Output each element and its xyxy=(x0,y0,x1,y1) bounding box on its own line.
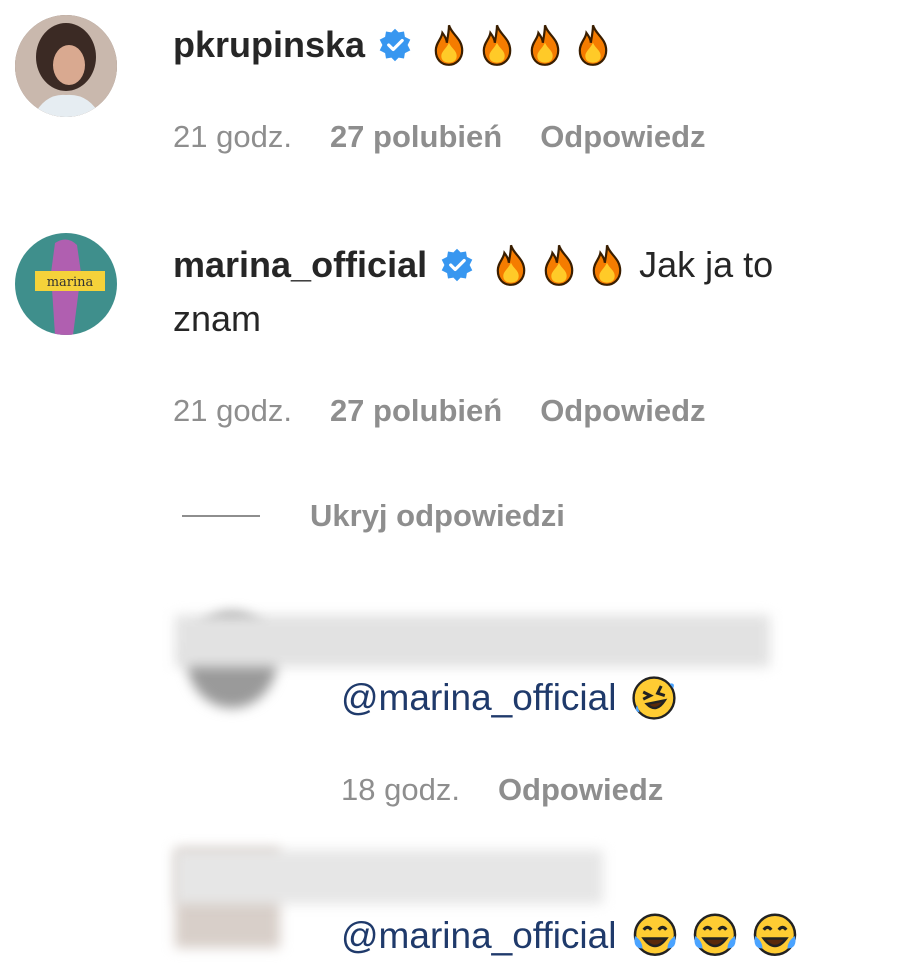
mention-link[interactable]: @marina_official xyxy=(341,915,616,957)
fire-icon xyxy=(427,22,471,68)
comment-text xyxy=(427,22,615,68)
comment-header: pkrupinska xyxy=(173,20,615,70)
avatar[interactable] xyxy=(15,15,117,117)
tears-of-joy-icon xyxy=(750,911,800,961)
fire-icon xyxy=(571,22,615,68)
redacted-username xyxy=(175,615,770,667)
reply-meta: 18 godz. Odpowiedz xyxy=(341,770,663,810)
reply-button[interactable]: Odpowiedz xyxy=(540,393,705,429)
comment-meta: 21 godz. 27 polubień Odpowiedz xyxy=(173,391,706,431)
profile-photo: marina xyxy=(15,233,117,335)
comment-text-continued: znam xyxy=(173,298,262,339)
comment-header: marina_official Jak ja to xyxy=(173,240,773,290)
fire-icon xyxy=(537,242,581,288)
tears-of-joy-icon xyxy=(630,911,680,961)
verified-badge-icon xyxy=(377,27,413,63)
avatar[interactable]: marina xyxy=(15,233,117,335)
comment-meta: 21 godz. 27 polubień Odpowiedz xyxy=(173,117,706,157)
tears-of-joy-icon xyxy=(690,911,740,961)
reply-text: @marina_official xyxy=(341,910,800,962)
likes-count[interactable]: 27 polubień xyxy=(330,393,502,429)
hide-replies-label[interactable]: Ukryj odpowiedzi xyxy=(310,498,565,534)
fire-icon xyxy=(489,242,533,288)
comment-text: Jak ja to xyxy=(639,244,774,285)
profile-photo xyxy=(15,15,117,117)
rolling-on-floor-laughing-icon xyxy=(630,674,678,722)
fire-icon xyxy=(523,22,567,68)
fire-icon xyxy=(585,242,629,288)
timestamp[interactable]: 21 godz. xyxy=(173,119,292,155)
hide-replies-toggle[interactable]: Ukryj odpowiedzi xyxy=(182,496,565,536)
avatar-label: marina xyxy=(47,275,94,290)
mention-link[interactable]: @marina_official xyxy=(341,677,616,719)
reply-text: @marina_official xyxy=(341,672,678,724)
divider-line xyxy=(182,515,260,517)
redacted-username xyxy=(175,850,603,904)
emoji-group xyxy=(489,242,629,288)
username[interactable]: marina_official xyxy=(173,244,427,286)
timestamp[interactable]: 21 godz. xyxy=(173,393,292,429)
timestamp[interactable]: 18 godz. xyxy=(341,772,460,808)
fire-icon xyxy=(475,22,519,68)
likes-count[interactable]: 27 polubień xyxy=(330,119,502,155)
verified-badge-icon xyxy=(439,247,475,283)
username[interactable]: pkrupinska xyxy=(173,24,365,66)
reply-button[interactable]: Odpowiedz xyxy=(498,772,663,808)
reply-button[interactable]: Odpowiedz xyxy=(540,119,705,155)
